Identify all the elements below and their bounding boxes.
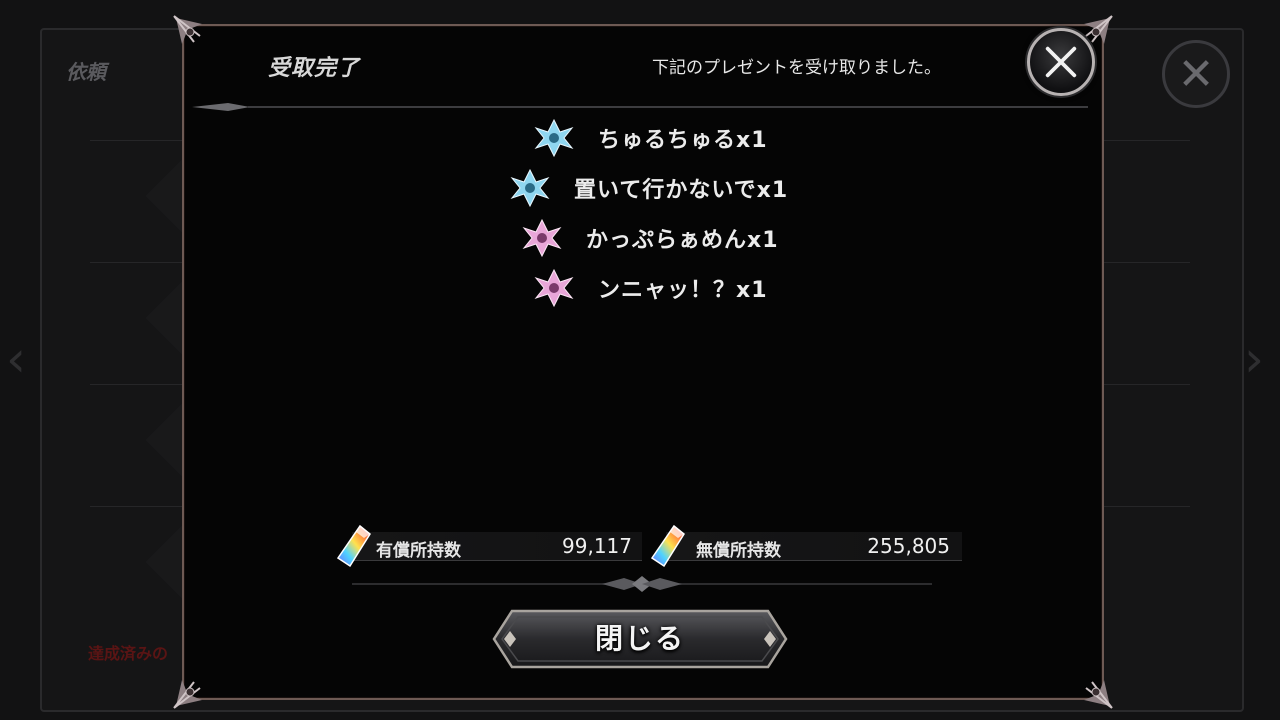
rainbow-crystal-icon [650, 524, 685, 568]
free-currency-value: 255,805 [867, 534, 950, 558]
reward-item-label: ンニャッ！？x1 [598, 278, 768, 303]
corner-ornament-icon [172, 14, 232, 74]
dialog-message: 下記のプレゼントを受け取りました。 [652, 58, 941, 78]
close-button-label: 閉じる [594, 622, 685, 655]
free-currency-label: 無償所持数 [696, 541, 781, 561]
free-currency-count: 無償所持数 255,805 [648, 524, 968, 568]
close-x-icon [1045, 46, 1077, 78]
background-close-icon: ✕ [1162, 40, 1230, 108]
reward-item: ちゅるちゅるx1 [534, 118, 768, 158]
reward-item: かっぷらぁめんx1 [522, 218, 779, 258]
dialog-title: 受取完了 [268, 56, 361, 81]
reward-item-label: 置いて行かないでx1 [574, 178, 789, 203]
crest-gem-icon [522, 218, 562, 258]
footer-divider [352, 576, 932, 592]
reward-item-label: かっぷらぁめんx1 [586, 228, 779, 253]
reward-item: 置いて行かないでx1 [510, 168, 788, 208]
background-left-arrow-icon: ‹ [6, 330, 26, 388]
background-footer: 達成済みの [88, 644, 169, 663]
crest-gem-icon [534, 268, 574, 308]
reward-dialog: 受取完了 下記のプレゼントを受け取りました。 ちゅるちゅるx1 置いて行かないで… [173, 15, 1113, 709]
corner-ornament-icon [172, 650, 232, 710]
paid-currency-value: 99,117 [562, 534, 632, 558]
reward-item-label: ちゅるちゅるx1 [598, 128, 768, 153]
close-button[interactable]: 閉じる [492, 609, 788, 669]
rainbow-crystal-icon [336, 524, 371, 568]
crest-gem-icon [510, 168, 550, 208]
background-right-arrow-icon: › [1244, 330, 1264, 388]
crest-gem-icon [534, 118, 574, 158]
background-title: 依頼 [66, 60, 106, 84]
paid-currency-count: 有償所持数 99,117 [334, 524, 642, 568]
header-divider [192, 103, 1088, 111]
paid-currency-label: 有償所持数 [376, 541, 461, 561]
corner-ornament-icon [1054, 650, 1114, 710]
reward-item: ンニャッ！？x1 [534, 268, 768, 308]
close-x-button[interactable] [1027, 28, 1095, 96]
